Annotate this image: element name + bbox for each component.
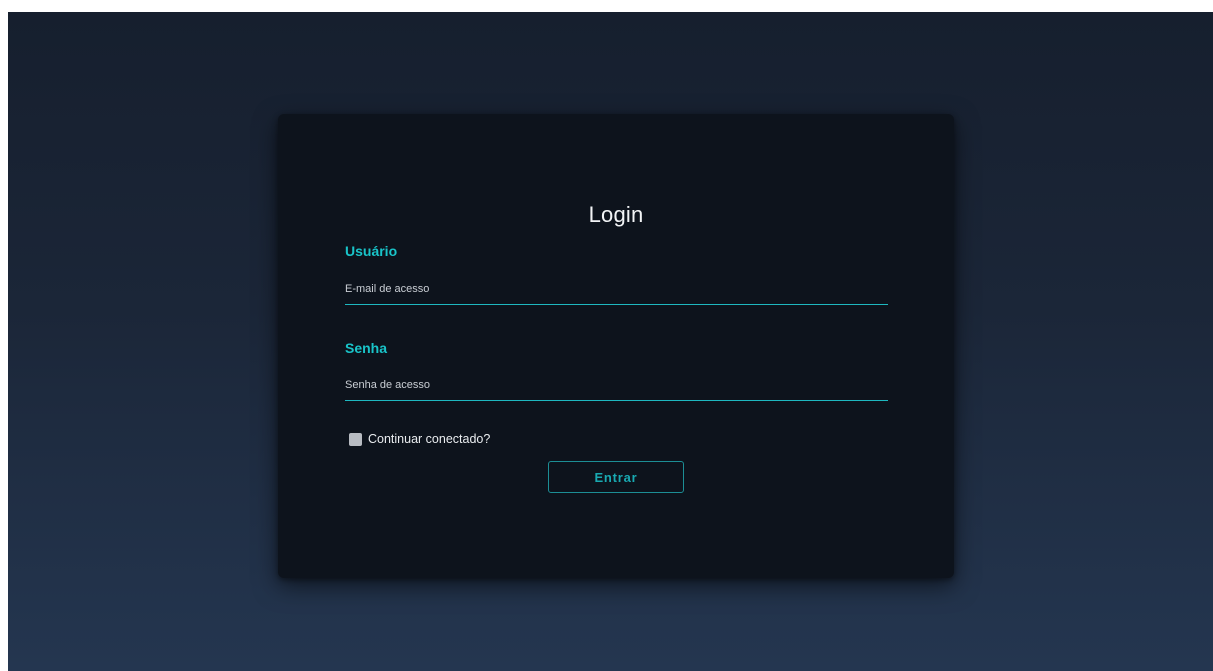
password-label: Senha [345, 340, 388, 356]
username-label: Usuário [345, 243, 398, 259]
login-button[interactable]: Entrar [548, 461, 684, 493]
page-background: Login Usuário Senha Continuar conectado?… [8, 12, 1213, 671]
remember-me-label: Continuar conectado? [368, 432, 491, 446]
password-input[interactable] [345, 374, 888, 401]
login-title: Login [588, 202, 644, 227]
checkbox-box[interactable] [349, 432, 362, 446]
remember-me-checkbox[interactable]: Continuar conectado? [349, 432, 490, 446]
login-card: Login Usuário Senha Continuar conectado?… [278, 114, 954, 578]
username-input[interactable] [345, 278, 888, 305]
